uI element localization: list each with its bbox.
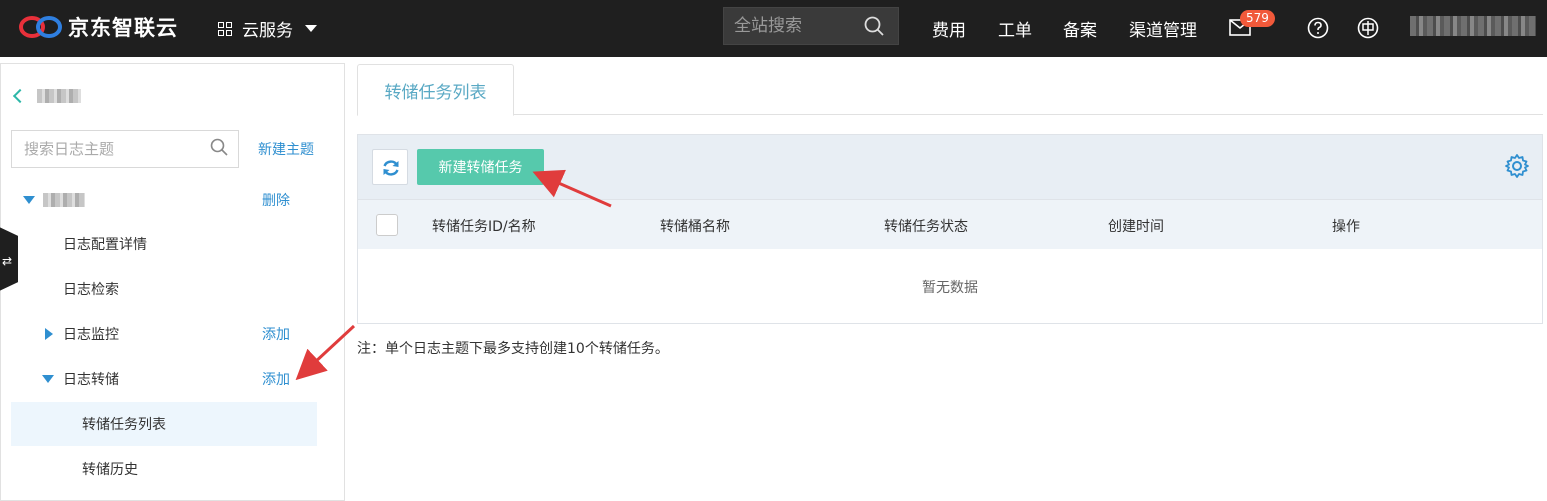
language-icon[interactable] [1357,17,1379,39]
global-search [723,7,899,45]
select-all-checkbox[interactable] [376,214,398,236]
table-header: 转储任务ID/名称 转储桶名称 转储任务状态 创建时间 操作 [358,199,1542,249]
add-dump-link[interactable]: 添加 [262,369,290,389]
dump-task-table-panel: 新建转储任务 转储任务ID/名称 转储桶名称 转储任务状态 创建时间 操作 暂无… [357,134,1543,324]
sidebar-item-label: 日志监控 [63,327,119,343]
search-icon[interactable] [864,16,884,36]
tab-dump-task-list[interactable]: 转储任务列表 [357,64,514,116]
top-navigation-bar: 京东智联云 云服务 费用 工单 备案 渠道管理 579 [0,0,1547,57]
collapse-arrows-icon: ⇄ [2,254,13,268]
gear-icon[interactable] [1504,153,1530,179]
brand-name: 京东智联云 [68,16,178,40]
nav-billing[interactable]: 费用 [932,16,966,41]
refresh-button[interactable] [372,149,408,185]
nav-tickets[interactable]: 工单 [998,16,1032,41]
sidebar-item-label: 转储任务列表 [82,417,166,433]
grid-icon [218,21,232,36]
nav-channel-management[interactable]: 渠道管理 [1129,16,1197,41]
sidebar-item-label: 转储历史 [82,462,138,478]
log-topic-row[interactable]: 删除 [1,180,344,220]
nav-filing[interactable]: 备案 [1063,16,1097,41]
sidebar-item-log-dump[interactable]: 日志转储 添加 [1,359,344,399]
help-icon[interactable] [1307,17,1329,39]
sidebar-item-label: 日志转储 [63,372,119,388]
column-header-created: 创建时间 [1108,219,1164,235]
mail-count-badge: 579 [1240,10,1275,27]
logo-mark-icon [19,16,62,38]
column-header-actions: 操作 [1332,219,1360,235]
chevron-left-icon [12,88,28,104]
search-icon[interactable] [210,138,228,156]
expand-down-icon[interactable] [42,375,54,383]
sidebar-item-dump-task-list[interactable]: 转储任务列表 [11,402,317,446]
column-header-task-id: 转储任务ID/名称 [432,219,536,235]
empty-state-text: 暂无数据 [922,279,978,296]
sidebar-item-log-monitoring[interactable]: 日志监控 添加 [1,314,344,354]
tab-bar: 转储任务列表 [357,63,1543,116]
new-topic-link[interactable]: 新建主题 [258,139,314,159]
brand-logo[interactable]: 京东智联云 [18,12,178,42]
add-monitoring-link[interactable]: 添加 [262,324,290,344]
sidebar-item-config-details[interactable]: 日志配置详情 [1,224,344,264]
cloud-service-label: 云服务 [242,21,293,41]
global-search-input[interactable] [724,8,854,44]
back-link[interactable] [12,88,81,104]
sidebar-item-label: 日志检索 [63,282,119,298]
sidebar-item-dump-history[interactable]: 转储历史 [1,449,344,489]
chevron-down-icon [305,25,317,32]
table-toolbar: 新建转储任务 [358,135,1542,199]
expand-down-icon[interactable] [23,196,35,204]
user-account[interactable] [1410,16,1536,36]
column-header-bucket: 转储桶名称 [660,219,730,235]
log-topic-search-input[interactable] [12,131,202,167]
sidebar-item-log-search[interactable]: 日志检索 [1,269,344,309]
delete-topic-link[interactable]: 删除 [262,190,290,210]
dump-limit-note: 注：单个日志主题下最多支持创建10个转储任务。 [357,341,669,357]
sidebar-item-label: 日志配置详情 [63,237,147,253]
column-header-status: 转储任务状态 [884,219,968,235]
log-topic-search [11,130,239,168]
log-sidebar: 新建主题 删除 日志配置详情 日志检索 日志监控 添加 日志转储 添加 转储任务… [0,63,345,501]
log-topic-name-blurred [43,193,85,207]
cloud-service-menu[interactable]: 云服务 [218,16,317,41]
log-set-name-blurred [37,89,81,103]
expand-right-icon[interactable] [45,328,53,340]
refresh-icon [383,160,399,176]
create-dump-task-button[interactable]: 新建转储任务 [417,149,544,185]
